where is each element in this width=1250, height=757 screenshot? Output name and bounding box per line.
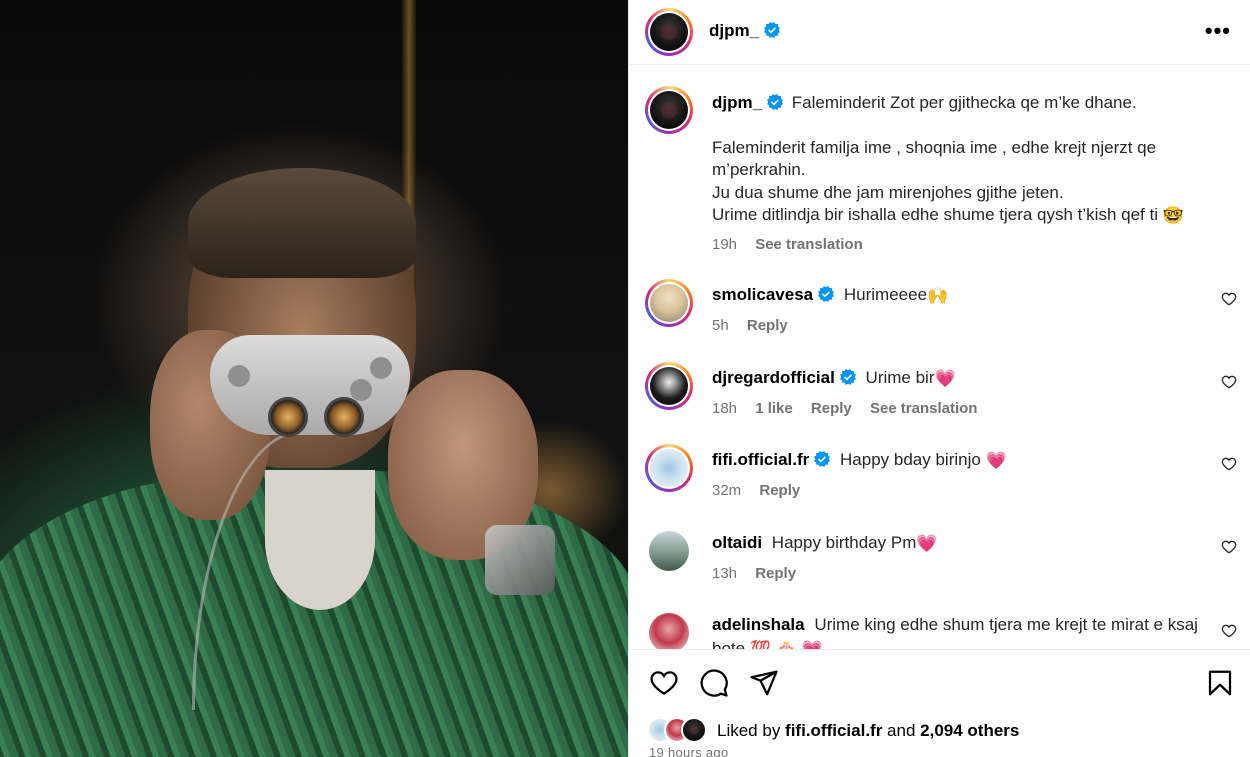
caption-line-4: Urime ditlindja bir ishalla edhe shume t… (712, 204, 1212, 228)
share-icon[interactable] (749, 668, 779, 698)
caption-line-3: Ju dua shume dhe jam mirenjohes gjithe j… (712, 182, 1064, 202)
reply-button[interactable]: Reply (747, 317, 788, 334)
post-header: djpm_ ••• (629, 0, 1250, 65)
liker-avatars (647, 717, 717, 743)
comment-like-heart-icon[interactable] (1221, 456, 1237, 472)
goggle-lens-right (324, 397, 364, 437)
likes-prefix: Liked by (717, 721, 786, 740)
more-options-icon[interactable]: ••• (1205, 20, 1231, 42)
caption-avatar[interactable] (645, 86, 693, 134)
person-hair (188, 168, 416, 278)
reply-button[interactable]: Reply (811, 400, 852, 417)
comment-item: adelinshala Urime king edhe shum tjera m… (629, 609, 1250, 650)
comment-avatar[interactable] (649, 531, 689, 571)
comment-item: smolicavesa Hurimeeee🙌 5h Reply (629, 279, 1250, 359)
liked-by-user[interactable]: fifi.official.fr (785, 721, 882, 740)
pink-heart-emoji-icon: 💗 (916, 534, 938, 553)
comment-item: oltaidi Happy birthday Pm💗 13h Reply (629, 527, 1250, 607)
likes-others-count[interactable]: 2,094 others (920, 721, 1019, 740)
comment-item: djregardofficial Urime bir💗 18h 1 like R… (629, 362, 1250, 442)
caption-line-1: Faleminderit Zot per gjithecka qe m’ke d… (791, 93, 1137, 112)
comment-item: fifi.official.fr Happy bday birinjo 💗 32… (629, 444, 1250, 524)
comment-text: Happy bday birinjo (840, 450, 986, 469)
post-panel: djpm_ ••• djpm_ Faleminderit Zot per gji… (628, 0, 1250, 757)
likes-and: and (882, 721, 921, 740)
verified-badge-icon (814, 451, 831, 467)
caption-line-2: Faleminderit familja ime , shoqnia ime ,… (712, 137, 1157, 180)
heart-icon[interactable] (649, 668, 679, 698)
comment-like-heart-icon[interactable] (1221, 623, 1237, 639)
pink-heart-emoji-icon: 💗 (985, 451, 1007, 470)
comment-time: 32m (712, 482, 742, 499)
post-action-bar (629, 650, 1250, 712)
wrist-watch (485, 525, 555, 595)
comment-meta: 13h Reply (712, 565, 810, 582)
comment-like-count[interactable]: 1 like (755, 400, 793, 417)
see-translation-link[interactable]: See translation (755, 236, 863, 253)
goggle-lens-left (268, 397, 308, 437)
pink-heart-emoji-icon: 💗 (934, 369, 956, 388)
comment-like-heart-icon[interactable] (1221, 539, 1237, 555)
comment-icon[interactable] (699, 668, 729, 698)
verified-badge-icon (818, 286, 835, 302)
comment-text: Hurimeeee (843, 285, 928, 304)
see-translation-link[interactable]: See translation (870, 400, 978, 417)
comment-time: 18h (712, 400, 738, 417)
comment-meta: 5h Reply (712, 317, 802, 334)
comment-text: Urime bir (865, 368, 935, 387)
comment-avatar[interactable] (645, 444, 693, 492)
verified-badge-icon (839, 369, 856, 385)
caption-meta: 19h See translation (712, 234, 1212, 257)
comment-text: Happy birthday Pm (771, 533, 917, 552)
author-username[interactable]: djpm_ (709, 21, 781, 41)
hundred-cake-heart-emoji-icon: 💯 🎂 💗 (749, 640, 823, 650)
comment-avatar[interactable] (645, 362, 693, 410)
post-timestamp: 19 hours ago (649, 745, 729, 757)
bookmark-icon[interactable] (1205, 668, 1235, 698)
caption-username[interactable]: djpm_ (712, 93, 784, 112)
comment-text-continued: bote (712, 639, 746, 650)
comment-meta: 32m Reply (712, 482, 814, 499)
comment-username[interactable]: smolicavesa (712, 285, 835, 304)
liker-avatar (681, 717, 707, 743)
comment-avatar[interactable] (649, 613, 689, 649)
comment-username[interactable]: adelinshala (712, 615, 805, 634)
author-avatar[interactable] (645, 8, 693, 56)
comment-avatar[interactable] (645, 279, 693, 327)
comment-username[interactable]: djregardofficial (712, 368, 856, 387)
comment-meta: 18h 1 like Reply See translation (712, 400, 991, 417)
comment-time: 5h (712, 317, 729, 334)
comment-like-heart-icon[interactable] (1221, 291, 1237, 307)
game-controller (210, 335, 410, 437)
post-image[interactable] (0, 0, 628, 757)
comments-scroll-area[interactable]: djpm_ Faleminderit Zot per gjithecka qe … (629, 66, 1250, 650)
reply-button[interactable]: Reply (759, 482, 800, 499)
comment-username[interactable]: fifi.official.fr (712, 450, 831, 469)
raising-hands-emoji-icon: 🙌 (927, 286, 949, 305)
verified-badge-icon (767, 94, 784, 110)
nerd-emoji-icon: 🤓 (1162, 206, 1184, 225)
comment-text: Urime king edhe shum tjera me krejt te m… (814, 615, 1198, 634)
caption-time: 19h (712, 235, 738, 253)
verified-badge-icon (764, 22, 781, 38)
reply-button[interactable]: Reply (755, 565, 796, 582)
comment-username[interactable]: oltaidi (712, 533, 762, 552)
comment-like-heart-icon[interactable] (1221, 374, 1237, 390)
comment-time: 13h (712, 565, 738, 582)
